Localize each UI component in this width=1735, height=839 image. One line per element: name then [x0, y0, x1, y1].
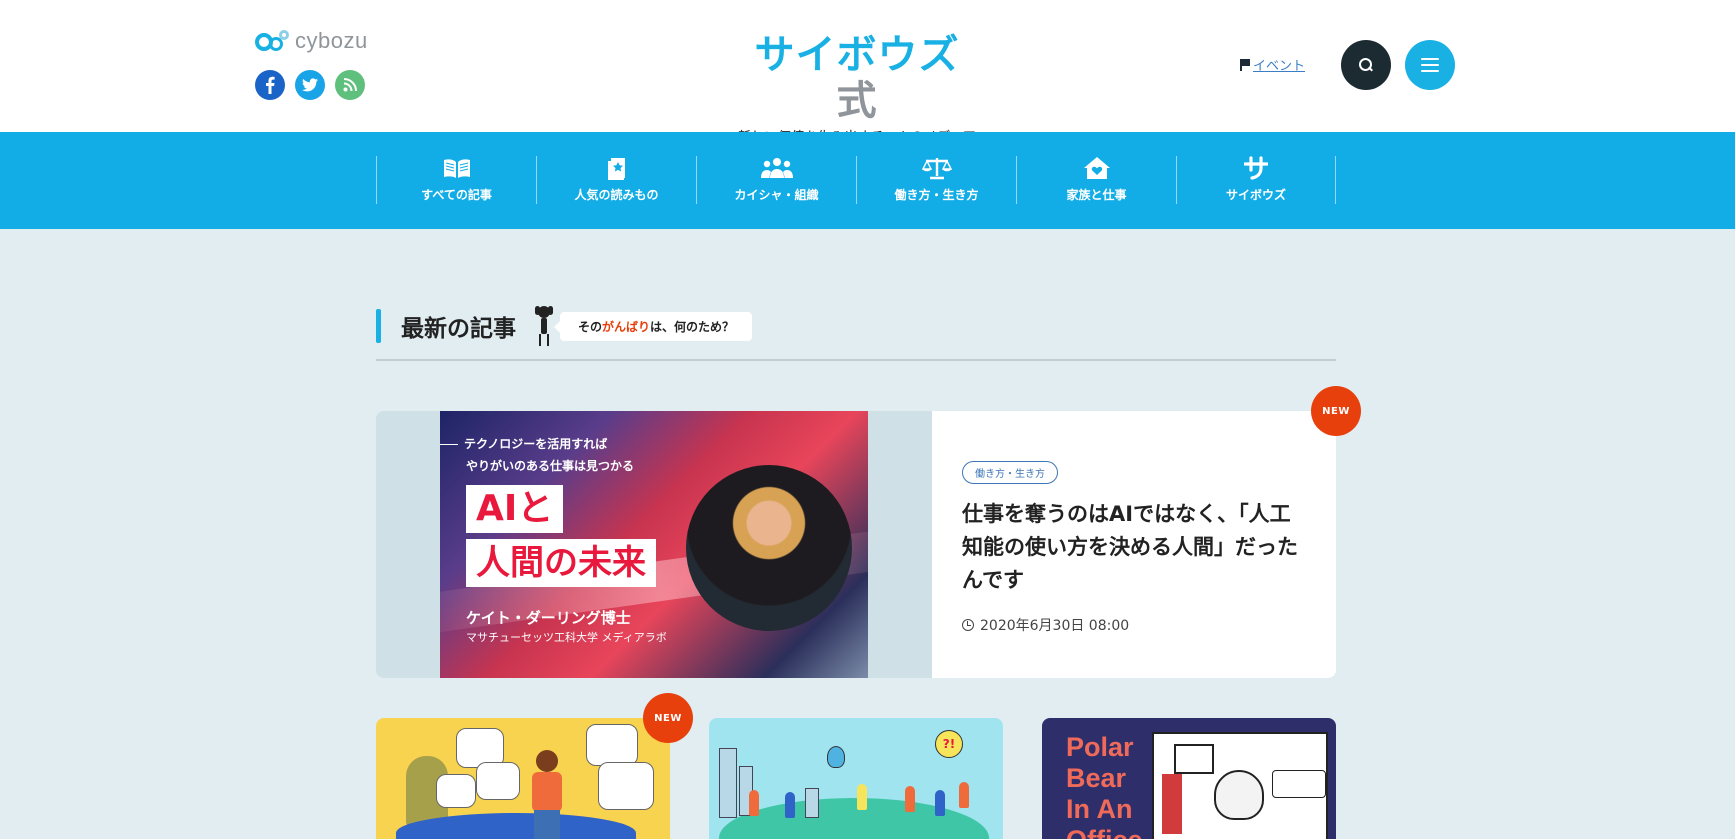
heading-accent-bar: [376, 309, 381, 343]
nav-label: 家族と仕事: [1066, 188, 1127, 202]
nav-item-popular[interactable]: 人気の読みもの: [536, 156, 696, 204]
cybozu-sa-icon: [1244, 156, 1268, 180]
menu-button[interactable]: [1405, 40, 1455, 90]
mascot-icon: [532, 306, 556, 346]
nav-item-company-org[interactable]: カイシャ・組織: [696, 156, 856, 204]
card-title-art: Polar Bear In An Office: [1066, 732, 1143, 839]
heart-house-icon: [1083, 156, 1111, 180]
mascot-speech-bubble[interactable]: そのがんばりは、何のため？: [553, 311, 753, 341]
social-links: [255, 70, 365, 100]
image-kicker: テクノロジーを活用すれば やりがいのある仕事は見つかる: [440, 433, 634, 477]
image-affiliation: マサチューセッツ工科大学 メディアラボ: [466, 631, 667, 644]
illustration-globe: [719, 798, 989, 839]
nav-label: 人気の読みもの: [574, 188, 659, 202]
search-button[interactable]: [1341, 40, 1391, 90]
latest-articles-heading: 最新の記事 そのがんばりは、何のため？: [376, 306, 753, 346]
featured-image-area: テクノロジーを活用すれば やりがいのある仕事は見つかる AIと 人間の未来 ケイ…: [376, 411, 932, 678]
image-title-line-1: AIと: [466, 485, 564, 533]
featured-image[interactable]: テクノロジーを活用すれば やりがいのある仕事は見つかる AIと 人間の未来 ケイ…: [440, 411, 868, 678]
star-book-icon: [605, 156, 629, 180]
article-card[interactable]: [376, 718, 670, 839]
portrait-photo: [686, 465, 852, 631]
featured-article-card[interactable]: テクノロジーを活用すれば やりがいのある仕事は見つかる AIと 人間の未来 ケイ…: [376, 411, 1336, 678]
cybozu-wordmark: cybozu: [295, 28, 368, 53]
illustration-speech: ?!: [935, 730, 963, 758]
article-card[interactable]: ?!: [709, 718, 1003, 839]
nav-label: サイボウズ: [1225, 188, 1286, 202]
featured-headline[interactable]: 仕事を奪うのはAIではなく、「人工知能の使い方を決める人間」だったんです: [962, 498, 1306, 597]
date-text: 2020年6月30日 08:00: [980, 618, 1130, 634]
image-person-name: ケイト・ダーリング博士: [466, 609, 631, 627]
featured-date: 2020年6月30日 08:00: [962, 615, 1306, 635]
event-link[interactable]: イベント: [1240, 55, 1305, 74]
nav-item-work-life[interactable]: 働き方・生き方: [856, 156, 1016, 204]
flag-icon: [1240, 58, 1250, 71]
section-divider: [376, 359, 1336, 361]
facebook-icon[interactable]: [255, 70, 285, 100]
search-icon: [1359, 58, 1373, 72]
category-tag[interactable]: 働き方・生き方: [962, 461, 1058, 484]
image-title-line-2: 人間の未来: [466, 539, 656, 587]
new-badge: NEW: [1311, 386, 1361, 436]
cybozu-rings-icon: [255, 29, 291, 53]
nav-item-all-articles[interactable]: すべての記事: [376, 156, 536, 204]
illustration-office: [1152, 732, 1328, 839]
event-label: イベント: [1253, 59, 1306, 74]
nav-label: カイシャ・組織: [734, 188, 819, 202]
logo-title: サイボウズ式: [754, 32, 960, 124]
balance-scale-icon: [921, 156, 952, 180]
nav-item-family-work[interactable]: 家族と仕事: [1016, 156, 1176, 204]
article-card[interactable]: Polar Bear In An Office: [1042, 718, 1336, 839]
nav-item-cybozu[interactable]: サイボウズ: [1176, 156, 1336, 204]
clock-icon: [962, 619, 974, 631]
featured-text: 働き方・生き方 仕事を奪うのはAIではなく、「人工知能の使い方を決める人間」だっ…: [932, 411, 1336, 678]
people-group-icon: [760, 156, 794, 180]
rss-icon[interactable]: [335, 70, 365, 100]
section-title: 最新の記事: [401, 316, 516, 342]
open-book-icon: [442, 156, 472, 180]
illustration-bear: [1214, 770, 1264, 820]
illustration-person: [526, 750, 566, 839]
category-nav: すべての記事 人気の読みもの カイシャ・組織 働き方・生き方 家族と仕事 サイボ…: [0, 132, 1735, 229]
hamburger-menu-icon: [1421, 58, 1439, 72]
cybozu-shiki-logo[interactable]: サイボウズ式 新しい価値を生み出すチームのメディア: [737, 32, 977, 145]
site-header: cybozu サイボウズ式 新しい価値を生み出すチームのメディア イベント: [0, 0, 1735, 145]
nav-label: すべての記事: [421, 188, 492, 202]
nav-label: 働き方・生き方: [894, 188, 979, 202]
illustration-balloon: [827, 746, 845, 768]
new-badge: NEW: [643, 693, 693, 743]
cybozu-logo[interactable]: cybozu: [255, 28, 368, 54]
twitter-icon[interactable]: [295, 70, 325, 100]
